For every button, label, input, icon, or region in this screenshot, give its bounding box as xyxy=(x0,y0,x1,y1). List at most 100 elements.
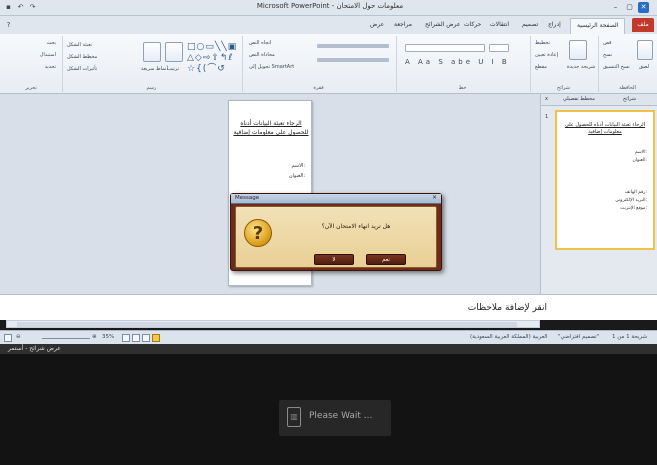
save-icon[interactable]: ▪ xyxy=(4,3,13,12)
pane-tabs: x مخطط تفصيلي شرائح xyxy=(541,94,657,106)
group-drawing-label: رسم xyxy=(146,85,157,91)
slides-pane: x مخطط تفصيلي شرائح 1 الرجاء تعبئة البيا… xyxy=(540,94,657,294)
close-icon[interactable]: ✕ xyxy=(638,2,649,13)
minimize-icon[interactable]: – xyxy=(610,2,621,13)
ribbon: بحث استبدال تحديد تحرير تعبئة الشكل مخطط… xyxy=(0,34,657,94)
dialog-message: هل تريد انهاء الامتحان الآن؟ xyxy=(321,223,391,230)
replace-button[interactable]: استبدال xyxy=(40,52,56,58)
zoom-in-button[interactable]: ⊕ xyxy=(92,334,97,340)
language-status: العربية (المملكة العربية السعودية) xyxy=(470,334,548,340)
scrollbar-thumb[interactable] xyxy=(17,322,517,327)
help-icon[interactable]: ? xyxy=(4,21,13,30)
tab-outline[interactable]: مخطط تفصيلي xyxy=(563,96,595,102)
shapes-gallery[interactable]: □○▭╲╲▣ △◇⇨⇧↰ℓ ☆{(⌒↺ xyxy=(187,42,237,74)
dialog-body: ? هل تريد انهاء الامتحان الآن؟ لا نعم xyxy=(235,206,437,268)
arrange-button[interactable]: ترتيب xyxy=(167,66,179,72)
please-wait-text: Please Wait ... xyxy=(309,411,373,421)
zoom-level[interactable]: 35% xyxy=(102,334,114,340)
horizontal-scrollbar[interactable] xyxy=(6,320,540,328)
screen: ▪ ↶ ↷ Microsoft PowerPoint - معلومات حول… xyxy=(0,0,657,465)
dialog-close-button[interactable]: × xyxy=(432,194,437,201)
tab-slides[interactable]: شرائح xyxy=(623,96,636,102)
pane-close-button[interactable]: x xyxy=(545,96,548,102)
font-name-field[interactable] xyxy=(405,44,485,52)
normal-view-icon[interactable] xyxy=(152,334,160,342)
reading-view-icon[interactable] xyxy=(132,334,140,342)
yes-button[interactable]: نعم xyxy=(366,254,406,265)
select-button[interactable]: تحديد xyxy=(45,64,56,70)
maximize-icon[interactable]: ▢ xyxy=(624,2,635,13)
slide-line-name: الاسم: xyxy=(291,163,305,169)
smartart-button[interactable]: تحويل إلى SmartArt xyxy=(249,64,294,70)
tab-animations[interactable]: حركات xyxy=(464,21,481,28)
quick-styles-button[interactable]: أنماط سريعة xyxy=(141,66,168,72)
fit-slide-icon[interactable] xyxy=(4,334,12,342)
group-slides-label: شرائح xyxy=(557,85,570,91)
undo-icon[interactable]: ↶ xyxy=(16,3,25,12)
group-slides: تخطيط إعادة تعيين مقطع شريحة جديدة شرائح xyxy=(530,36,596,92)
font-format-buttons[interactable]: A Aa S abe U I B xyxy=(405,58,510,66)
arrange-icon[interactable] xyxy=(165,42,183,62)
zoom-out-button[interactable]: ⊖ xyxy=(16,334,21,340)
list-buttons[interactable] xyxy=(317,44,389,48)
slide-thumbnail[interactable]: الرجاء تعبئة البيانات أدناه للحصول على م… xyxy=(555,110,655,250)
group-editing-label: تحرير xyxy=(25,85,37,91)
slideshow-bar: عرض شرائح - أستمر xyxy=(0,344,657,354)
paste-icon[interactable] xyxy=(637,40,653,60)
tab-home[interactable]: الصفحة الرئيسية xyxy=(570,18,626,34)
slide-info: شريحة 1 من 1 xyxy=(612,334,648,340)
thumb-title: الرجاء تعبئة البيانات أدناه للحصول على م… xyxy=(564,122,646,135)
title-bar: ▪ ↶ ↷ Microsoft PowerPoint - معلومات حول… xyxy=(0,0,657,16)
message-dialog: Message × ? هل تريد انهاء الامتحان الآن؟… xyxy=(230,193,442,271)
redo-icon[interactable]: ↷ xyxy=(28,3,37,12)
reset-button[interactable]: إعادة تعيين xyxy=(535,52,558,58)
slide-title[interactable]: الرجاء تعبئة البيانات أدناه للحصول على م… xyxy=(233,119,309,137)
new-slide-button[interactable]: شريحة جديدة xyxy=(567,64,595,70)
tab-file[interactable]: ملف xyxy=(632,18,654,32)
dialog-titlebar[interactable]: Message × xyxy=(231,194,441,204)
thumb-line: الاسم: xyxy=(634,150,647,155)
please-wait-overlay: ▥ Please Wait ... xyxy=(279,400,391,436)
layout-button[interactable]: تخطيط xyxy=(535,40,550,46)
building-icon: ▥ xyxy=(287,407,301,427)
theme-status: "تصميم افتراضي" xyxy=(558,334,600,340)
group-paragraph: اتجاه النص محاذاة النص تحويل إلى SmartAr… xyxy=(242,36,394,92)
find-button[interactable]: بحث xyxy=(46,40,56,46)
tab-insert[interactable]: إدراج xyxy=(548,21,561,28)
thumb-line: موقع الإنترنت: xyxy=(620,206,647,211)
group-paragraph-label: فقرة xyxy=(313,85,324,91)
notes-pane[interactable]: انقر لإضافة ملاحظات xyxy=(0,294,657,320)
align-text-button[interactable]: محاذاة النص xyxy=(249,52,275,58)
quick-styles-icon[interactable] xyxy=(143,42,161,62)
tab-review[interactable]: مراجعة xyxy=(394,21,412,28)
ribbon-tabs: ? عرض مراجعة عرض الشرائح حركات انتقالات … xyxy=(0,16,657,34)
notes-placeholder[interactable]: انقر لإضافة ملاحظات xyxy=(468,303,547,313)
font-size-field[interactable] xyxy=(489,44,509,52)
section-button[interactable]: مقطع xyxy=(535,64,547,70)
thumb-line: البريد الإلكتروني: xyxy=(615,198,647,203)
text-direction-button[interactable]: اتجاه النص xyxy=(249,40,271,46)
copy-button[interactable]: نسخ xyxy=(603,52,612,58)
thumb-line: العنوان: xyxy=(632,158,647,163)
tab-slideshow[interactable]: عرض الشرائح xyxy=(425,21,460,28)
align-buttons[interactable] xyxy=(317,58,389,62)
shape-effects-button[interactable]: تأثيرات الشكل xyxy=(67,66,97,72)
thumb-number: 1 xyxy=(545,114,549,120)
status-bar: ⊖ ⊕ 35% العربية (المملكة العربية السعودي… xyxy=(0,330,657,344)
tab-transitions[interactable]: انتقالات xyxy=(490,21,509,28)
paste-button[interactable]: لصق xyxy=(639,64,649,70)
tab-view[interactable]: عرض xyxy=(370,21,384,28)
format-painter-button[interactable]: نسخ التنسيق xyxy=(603,64,630,70)
slideshow-view-icon[interactable] xyxy=(122,334,130,342)
cut-button[interactable]: قص xyxy=(603,40,612,46)
new-slide-icon[interactable] xyxy=(569,40,587,60)
sorter-view-icon[interactable] xyxy=(142,334,150,342)
tab-design[interactable]: تصميم xyxy=(522,21,538,28)
zoom-slider[interactable] xyxy=(42,338,90,339)
no-button[interactable]: لا xyxy=(314,254,354,265)
window-title: Microsoft PowerPoint - معلومات حول الامت… xyxy=(256,2,404,10)
shape-fill-button[interactable]: تعبئة الشكل xyxy=(67,42,92,48)
shape-outline-button[interactable]: مخطط الشكل xyxy=(67,54,97,60)
group-font-label: خط xyxy=(458,85,467,91)
group-drawing: تعبئة الشكل مخطط الشكل تأثيرات الشكل أنم… xyxy=(62,36,240,92)
